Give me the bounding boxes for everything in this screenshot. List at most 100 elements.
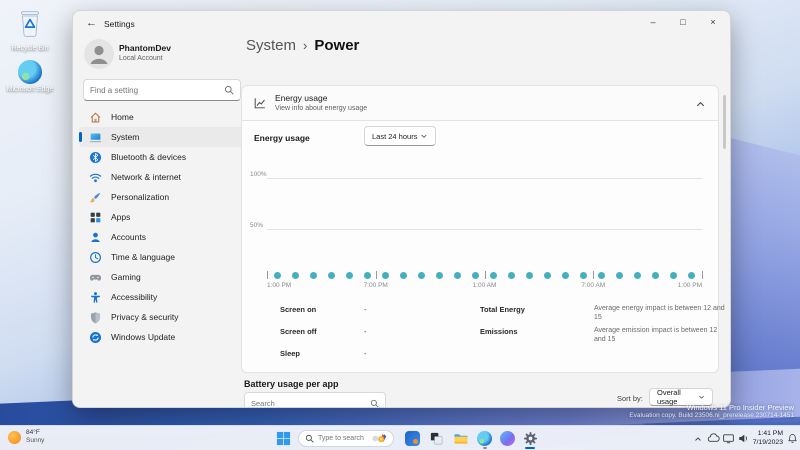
data-point [652, 272, 659, 279]
app-icon [405, 431, 420, 446]
maximize-button[interactable]: □ [668, 11, 698, 33]
system-tray: 1:41 PM 7/19/2023 [691, 426, 800, 450]
settings-search-box[interactable] [83, 79, 241, 101]
dropdown-value: Last 24 hours [372, 131, 418, 141]
settings-button[interactable] [522, 430, 539, 447]
sidebar-item-accounts[interactable]: Accounts [79, 227, 245, 247]
sidebar-item-windows-update[interactable]: Windows Update [79, 327, 245, 347]
person-icon [90, 45, 108, 64]
file-explorer-button[interactable] [452, 430, 469, 447]
task-view-button[interactable] [428, 430, 445, 447]
time-range-dropdown[interactable]: Last 24 hours [364, 126, 436, 146]
data-point [292, 272, 299, 279]
search-highlight-icon [372, 434, 387, 443]
x-axis-label: 7:00 AM [581, 282, 606, 289]
battery-search-input[interactable] [251, 398, 370, 407]
data-point [418, 272, 425, 279]
account-type: Local Account [119, 55, 163, 62]
settings-search-input[interactable] [90, 85, 224, 95]
accessibility-icon [89, 291, 102, 304]
sidebar-item-personalization[interactable]: Personalization [79, 187, 245, 207]
home-icon [89, 111, 102, 124]
sidebar-item-label: Gaming [111, 272, 141, 282]
gridline-100 [267, 178, 702, 179]
taskbar-app-icon[interactable] [404, 430, 421, 447]
selected-indicator [79, 132, 82, 142]
desktop: Recycle Bin Microsoft Edge ← Settings – … [0, 0, 800, 450]
data-point [436, 272, 443, 279]
sidebar-item-label: Network & internet [111, 172, 181, 182]
data-point [454, 272, 461, 279]
sidebar-item-privacy-security[interactable]: Privacy & security [79, 307, 245, 327]
start-button[interactable] [276, 431, 291, 450]
weather-widget[interactable]: 84°F Sunny [8, 429, 44, 445]
gridline-50 [267, 229, 702, 230]
paintbrush-icon [89, 191, 102, 204]
data-point [526, 272, 533, 279]
energy-usage-expander-header[interactable]: Energy usage View info about energy usag… [241, 85, 719, 121]
back-arrow-icon[interactable]: ← [86, 17, 97, 29]
display-icon[interactable] [721, 426, 736, 450]
scrollbar-thumb[interactable] [723, 95, 726, 149]
taskbar-search-input[interactable] [318, 435, 367, 442]
sidebar-item-bluetooth-devices[interactable]: Bluetooth & devices [79, 147, 245, 167]
sidebar-item-home[interactable]: Home [79, 107, 245, 127]
sidebar-item-label: Time & language [111, 252, 175, 262]
chevron-down-icon [699, 395, 704, 399]
x-axis-label: 1:00 PM [267, 282, 292, 289]
data-point [274, 272, 281, 279]
sidebar-item-system[interactable]: System [79, 127, 245, 147]
taskbar-search-box[interactable] [298, 430, 394, 447]
close-button[interactable]: × [698, 11, 728, 33]
sidebar-item-gaming[interactable]: Gaming [79, 267, 245, 287]
data-point [346, 272, 353, 279]
weather-temperature: 84°F [26, 429, 40, 436]
sidebar-item-label: Privacy & security [111, 312, 179, 322]
edge-icon [477, 431, 492, 446]
clock[interactable]: 1:41 PM 7/19/2023 [753, 430, 783, 448]
stat-value: - [364, 349, 367, 358]
data-point [544, 272, 551, 279]
x-axis-label: 7:00 PM [363, 282, 388, 289]
onedrive-cloud-icon[interactable] [706, 426, 721, 450]
data-point [688, 272, 695, 279]
sidebar-item-accessibility[interactable]: Accessibility [79, 287, 245, 307]
stat-label: Emissions [480, 327, 518, 336]
active-indicator [525, 447, 535, 449]
card-subtitle: View info about energy usage [275, 105, 368, 112]
windows-update-icon [89, 331, 102, 344]
edge-button[interactable] [476, 430, 493, 447]
chevron-up-icon[interactable] [695, 97, 706, 115]
notification-bell-icon[interactable] [785, 426, 800, 450]
tick-mark [702, 271, 703, 279]
sidebar-item-apps[interactable]: Apps [79, 207, 245, 227]
speaker-icon[interactable] [736, 426, 751, 450]
battery-usage-heading: Battery usage per app [244, 379, 339, 389]
sidebar-item-network-internet[interactable]: Network & internet [79, 167, 245, 187]
task-view-icon [430, 432, 443, 445]
copilot-button[interactable] [499, 430, 516, 447]
sidebar-item-label: Home [111, 112, 134, 122]
y-axis-label-100: 100% [250, 171, 267, 178]
breadcrumb: System › Power [246, 37, 359, 54]
desktop-icon-edge[interactable]: Microsoft Edge [2, 60, 58, 94]
tray-chevron-up-icon[interactable] [691, 426, 706, 450]
sidebar-item-label: Bluetooth & devices [111, 152, 187, 162]
stat-label: Sleep [280, 349, 301, 358]
avatar[interactable] [84, 39, 114, 69]
desktop-icon-label: Microsoft Edge [6, 86, 54, 93]
y-axis-label-50: 50% [250, 222, 264, 229]
energy-usage-panel: Energy usage Last 24 hours 100% 50% 1:00… [241, 121, 725, 373]
desktop-icon-label: Recycle Bin [11, 45, 49, 52]
stat-value: - [364, 305, 367, 314]
minimize-button[interactable]: – [638, 11, 668, 33]
battery-search-box[interactable] [244, 392, 386, 407]
sidebar-item-label: Windows Update [111, 332, 176, 342]
data-point [382, 272, 389, 279]
breadcrumb-parent[interactable]: System [246, 37, 296, 54]
desktop-icon-recycle-bin[interactable]: Recycle Bin [2, 8, 58, 53]
sidebar-item-time-language[interactable]: Time & language [79, 247, 245, 267]
taskbar: 84°F Sunny 1:41 PM 7/19/2023 [0, 425, 800, 450]
data-point [562, 272, 569, 279]
card-title: Energy usage [275, 93, 328, 103]
